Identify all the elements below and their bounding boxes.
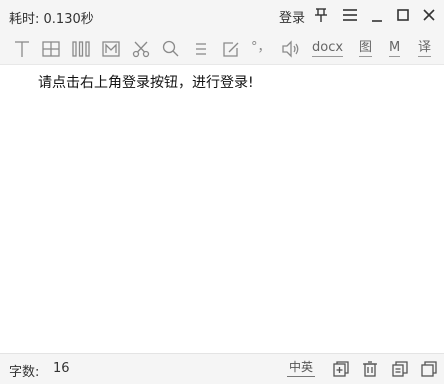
- punctuation-icon[interactable]: °，: [251, 39, 275, 59]
- copy-window-icon[interactable]: [420, 360, 438, 378]
- edit-box-icon[interactable]: [221, 39, 241, 59]
- m-button[interactable]: M: [389, 40, 401, 57]
- title-bar: 耗时: 0.130秒 登录: [0, 0, 444, 32]
- markdown-m-icon[interactable]: [101, 39, 121, 59]
- menu-icon[interactable]: [341, 6, 359, 24]
- word-count-value: 16: [53, 361, 70, 376]
- text-cursor-icon[interactable]: [12, 39, 32, 59]
- elapsed-time: 耗时: 0.130秒: [9, 8, 94, 27]
- table-grid-icon[interactable]: [41, 39, 61, 59]
- word-count-label: 字数:: [9, 365, 40, 380]
- login-button[interactable]: 登录: [279, 7, 305, 26]
- translate-button[interactable]: 译: [418, 40, 432, 57]
- align-lines-icon[interactable]: [191, 39, 211, 59]
- maximize-icon[interactable]: [394, 6, 412, 24]
- text-area[interactable]: 请点击右上角登录按钮，进行登录!: [0, 64, 444, 354]
- login-prompt: 请点击右上角登录按钮，进行登录!: [38, 75, 254, 91]
- image-button[interactable]: 图: [359, 40, 373, 57]
- add-page-icon[interactable]: [332, 360, 350, 378]
- elapsed-label: 耗时:: [9, 12, 40, 27]
- language-toggle[interactable]: 中英: [287, 360, 316, 377]
- search-icon[interactable]: [161, 39, 181, 59]
- toolbar: °， docx 图 M 译: [0, 32, 444, 64]
- columns-icon[interactable]: [71, 39, 91, 59]
- elapsed-value: 0.130秒: [43, 12, 94, 27]
- scissors-icon[interactable]: [131, 39, 151, 59]
- trash-icon[interactable]: [361, 360, 379, 378]
- minimize-icon[interactable]: [368, 6, 386, 24]
- docx-button[interactable]: docx: [312, 40, 344, 57]
- status-bar: 字数: 16 中英: [0, 353, 444, 384]
- pin-icon[interactable]: [312, 6, 330, 24]
- speaker-icon[interactable]: [281, 39, 301, 59]
- close-icon[interactable]: [420, 6, 438, 24]
- copy-icon[interactable]: [391, 360, 409, 378]
